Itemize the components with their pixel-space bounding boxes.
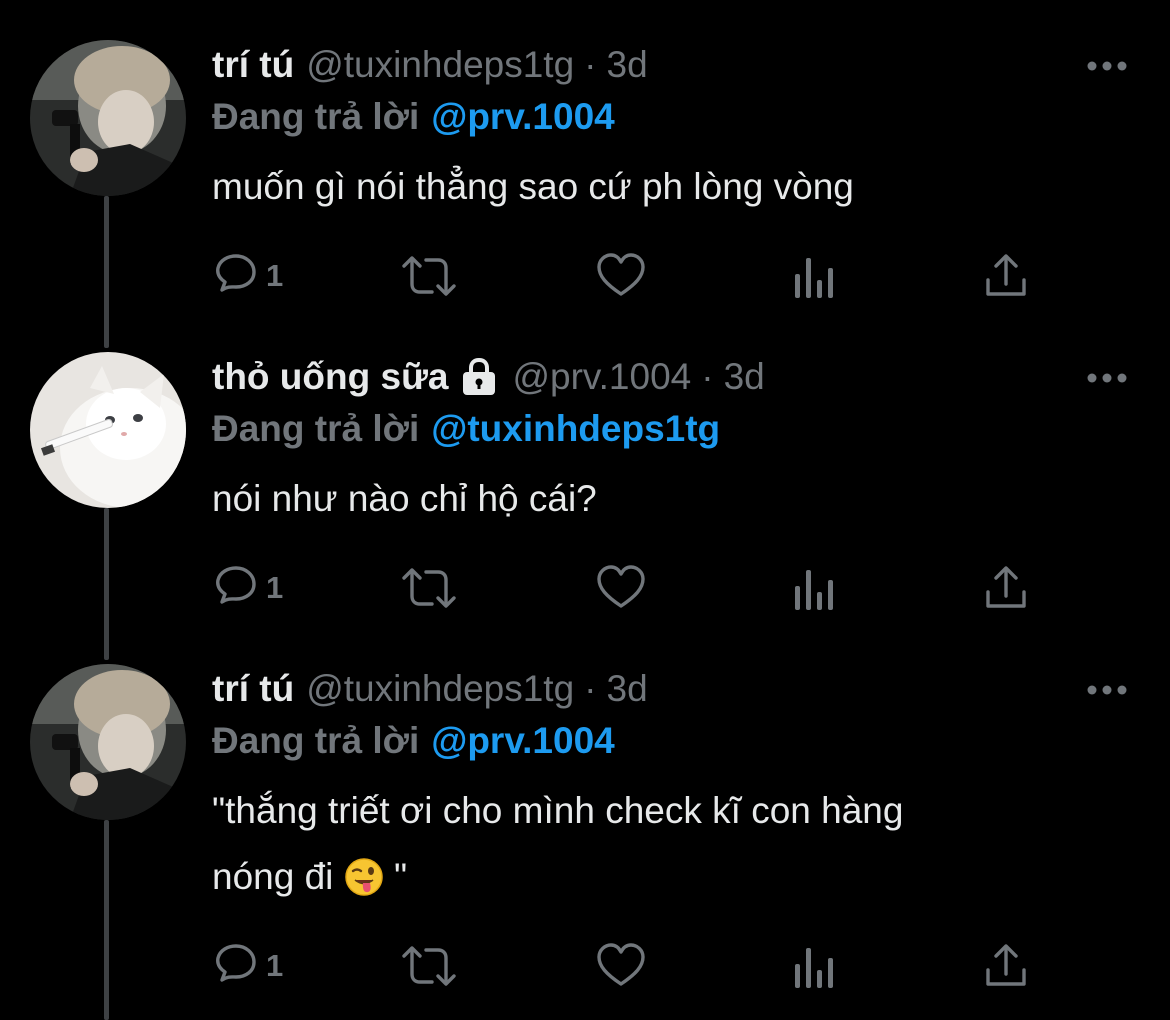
action-bar: 1 <box>212 246 1112 306</box>
replying-to-handle[interactable]: @tuxinhdeps1tg <box>431 408 720 449</box>
reply-thread: trí tú @tuxinhdeps1tg · 3d Đang trả lời @… <box>0 0 1170 1020</box>
lock-icon <box>458 357 500 397</box>
analytics-icon <box>792 942 836 990</box>
reply-icon <box>212 564 260 612</box>
heart-icon <box>596 252 646 300</box>
avatar[interactable] <box>30 40 186 196</box>
tweet[interactable]: trí tú @tuxinhdeps1tg · 3d Đang trả lời @… <box>0 0 1170 312</box>
retweet-icon <box>400 942 458 990</box>
reply-count: 1 <box>266 570 284 605</box>
like-button[interactable] <box>596 936 646 996</box>
timestamp[interactable]: 3d <box>607 40 648 90</box>
display-name[interactable]: trí tú <box>212 664 294 714</box>
share-icon <box>982 252 1030 300</box>
replying-to-label: Đang trả lời <box>212 96 420 137</box>
replying-to-label: Đang trả lời <box>212 408 420 449</box>
timestamp[interactable]: 3d <box>724 352 765 402</box>
heart-icon <box>596 564 646 612</box>
reply-button[interactable]: 1 <box>212 558 283 618</box>
share-button[interactable] <box>982 558 1030 618</box>
analytics-button[interactable] <box>792 936 836 996</box>
separator-dot: · <box>584 44 597 85</box>
action-bar: 1 <box>212 936 1112 996</box>
separator-dot: · <box>584 668 597 709</box>
username-handle[interactable]: @tuxinhdeps1tg <box>306 40 574 90</box>
tweet-text-fragment: nóng đi <box>212 856 344 897</box>
replying-to: Đang trả lời @prv.1004 <box>212 92 615 142</box>
winking-face-with-tongue-icon <box>344 852 384 896</box>
username-handle[interactable]: @prv.1004 <box>512 352 691 402</box>
share-icon <box>982 942 1030 990</box>
analytics-icon <box>792 252 836 300</box>
tweet-text: nói như nào chỉ hộ cái? <box>212 478 597 519</box>
avatar[interactable] <box>30 352 186 508</box>
replying-to-handle[interactable]: @prv.1004 <box>431 96 615 137</box>
replying-to-label: Đang trả lời <box>212 720 420 761</box>
reply-icon <box>212 252 260 300</box>
reply-count: 1 <box>266 948 284 983</box>
analytics-button[interactable] <box>792 558 836 618</box>
timestamp[interactable]: 3d <box>607 664 648 714</box>
reply-button[interactable]: 1 <box>212 936 283 996</box>
username-handle[interactable]: @tuxinhdeps1tg <box>306 664 574 714</box>
retweet-icon <box>400 252 458 300</box>
more-icon[interactable] <box>1086 56 1128 76</box>
retweet-button[interactable] <box>400 558 458 618</box>
display-name[interactable]: trí tú <box>212 40 294 90</box>
tweet[interactable]: thỏ uống sữa @prv.1004 · 3d Đang trả lời… <box>0 312 1170 624</box>
tweet-text-line: "thắng triết ơi cho mình check kĩ con hà… <box>212 790 904 831</box>
like-button[interactable] <box>596 246 646 306</box>
retweet-button[interactable] <box>400 246 458 306</box>
reply-button[interactable]: 1 <box>212 246 283 306</box>
tweet-header: trí tú @tuxinhdeps1tg · 3d <box>212 40 648 90</box>
analytics-button[interactable] <box>792 246 836 306</box>
replying-to: Đang trả lời @prv.1004 <box>212 716 615 766</box>
replying-to-handle[interactable]: @prv.1004 <box>431 720 615 761</box>
tweet[interactable]: trí tú @tuxinhdeps1tg · 3d Đang trả lời @… <box>0 624 1170 1020</box>
replying-to: Đang trả lời @tuxinhdeps1tg <box>212 404 720 454</box>
separator-dot: · <box>701 356 714 397</box>
share-icon <box>982 564 1030 612</box>
reply-icon <box>212 942 260 990</box>
share-button[interactable] <box>982 936 1030 996</box>
tweet-header: thỏ uống sữa @prv.1004 · 3d <box>212 352 765 402</box>
reply-count: 1 <box>266 258 284 293</box>
action-bar: 1 <box>212 558 1112 618</box>
like-button[interactable] <box>596 558 646 618</box>
retweet-button[interactable] <box>400 936 458 996</box>
share-button[interactable] <box>982 246 1030 306</box>
retweet-icon <box>400 564 458 612</box>
tweet-text-line: nóng đi " <box>212 844 1112 910</box>
tweet-text: "thắng triết ơi cho mình check kĩ con hà… <box>212 778 1112 910</box>
display-name[interactable]: thỏ uống sữa <box>212 352 448 402</box>
avatar[interactable] <box>30 664 186 820</box>
more-icon[interactable] <box>1086 368 1128 388</box>
analytics-icon <box>792 564 836 612</box>
tweet-text-fragment: " <box>383 856 408 897</box>
tweet-text: muốn gì nói thẳng sao cứ ph lòng vòng <box>212 166 854 207</box>
more-icon[interactable] <box>1086 680 1128 700</box>
heart-icon <box>596 942 646 990</box>
tweet-header: trí tú @tuxinhdeps1tg · 3d <box>212 664 648 714</box>
